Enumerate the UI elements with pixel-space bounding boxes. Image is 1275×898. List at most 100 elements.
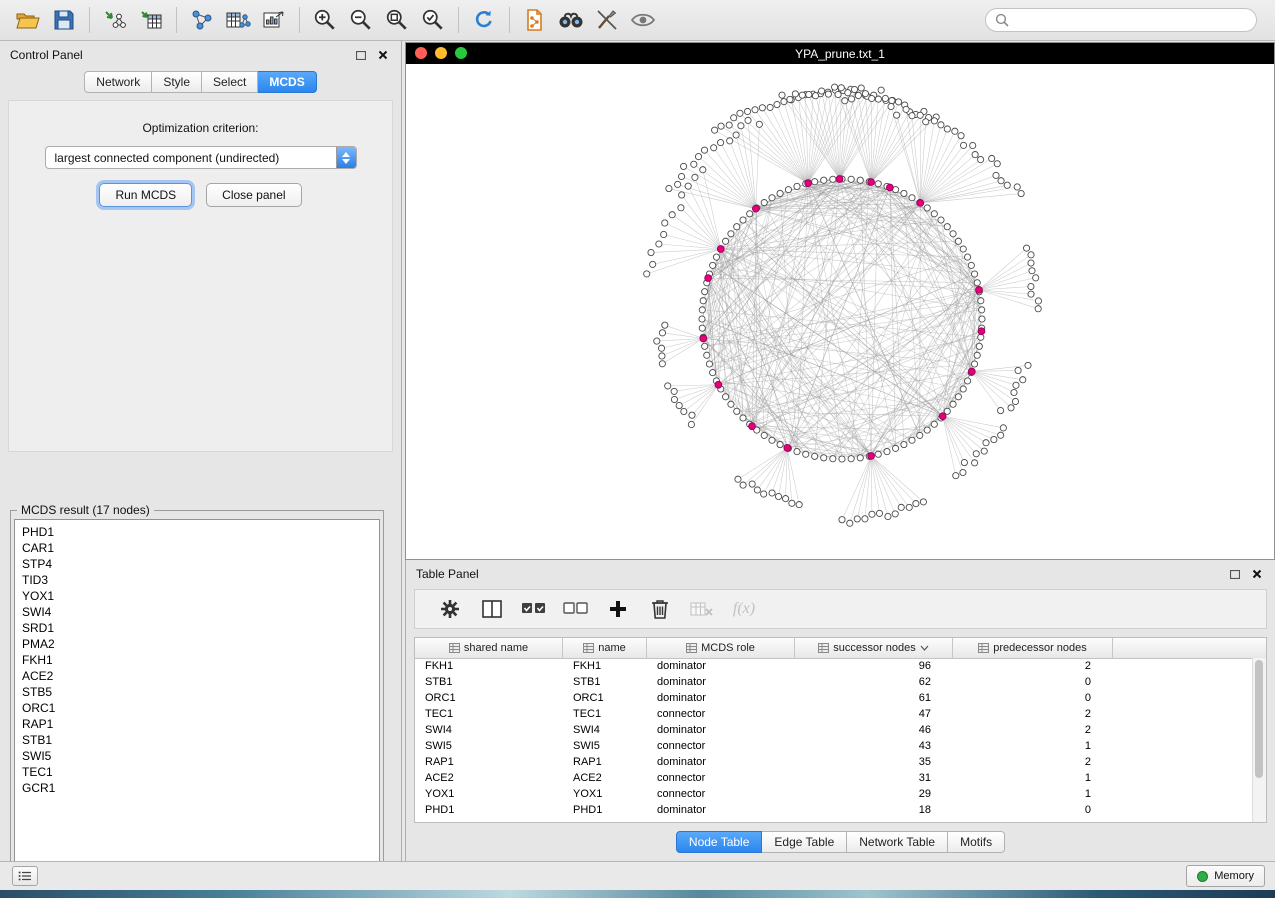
table-row[interactable]: TEC1TEC1connector472 [415,706,1253,722]
cell-predecessor-nodes: 0 [953,676,1113,688]
table-row[interactable]: PHD1PHD1dominator180 [415,802,1253,818]
tab-mcds[interactable]: MCDS [258,71,316,93]
tab-select[interactable]: Select [202,71,258,93]
column-header-predecessor-nodes[interactable]: predecessor nodes [953,638,1113,658]
result-node[interactable]: FKH1 [22,652,379,668]
new-network-icon[interactable] [184,4,220,36]
cell-successor-nodes: 31 [795,772,953,784]
close-panel-icon[interactable] [375,48,391,62]
result-node[interactable]: PMA2 [22,636,379,652]
close-table-panel-icon[interactable] [1249,567,1265,581]
eye-icon[interactable] [625,4,661,36]
cell-predecessor-nodes: 0 [953,692,1113,704]
hide-details-icon[interactable] [589,4,625,36]
scrollbar-thumb[interactable] [1255,660,1263,778]
result-node[interactable]: SWI5 [22,748,379,764]
window-controls [415,47,467,59]
result-node[interactable]: STP4 [22,556,379,572]
zoom-in-icon[interactable] [307,4,343,36]
table-row[interactable]: RAP1RAP1dominator352 [415,754,1253,770]
float-panel-icon[interactable] [353,48,369,62]
column-header-shared-name[interactable]: shared name [415,638,563,658]
search-icon [995,13,1009,27]
cell-name: YOX1 [563,788,647,800]
cell-MCDS-role: dominator [647,724,795,736]
search-box[interactable] [985,8,1257,32]
settings-gear-icon[interactable] [431,593,469,625]
cell-successor-nodes: 18 [795,804,953,816]
column-layout-icon[interactable] [473,593,511,625]
tab-edge-table[interactable]: Edge Table [762,831,847,853]
column-header-name[interactable]: name [563,638,647,658]
table-row[interactable]: SWI4SWI4dominator462 [415,722,1253,738]
memory-button[interactable]: Memory [1186,865,1265,887]
network-window-title: YPA_prune.txt_1 [795,47,885,61]
search-input[interactable] [1015,12,1247,28]
refresh-layout-icon[interactable] [466,4,502,36]
result-node[interactable]: TEC1 [22,764,379,780]
network-graph[interactable] [406,64,1274,559]
import-table-icon[interactable] [133,4,169,36]
mcds-result-list[interactable]: PHD1CAR1STP4TID3YOX1SWI4SRD1PMA2FKH1ACE2… [14,519,380,863]
add-column-icon[interactable] [599,593,637,625]
result-node[interactable]: GCR1 [22,780,379,796]
table-row[interactable]: FKH1FKH1dominator962 [415,658,1253,674]
table-panel: Table Panel f(x) shared namenameMCDS rol… [405,560,1275,862]
float-table-panel-icon[interactable] [1227,567,1243,581]
close-panel-button[interactable]: Close panel [206,183,301,207]
result-node[interactable]: STB1 [22,732,379,748]
cell-MCDS-role: connector [647,740,795,752]
table-row[interactable]: YOX1YOX1connector291 [415,786,1253,802]
column-header-MCDS-role[interactable]: MCDS role [647,638,795,658]
select-all-icon[interactable] [515,593,553,625]
zoom-selected-icon[interactable] [415,4,451,36]
open-file-icon[interactable] [10,4,46,36]
result-node[interactable]: YOX1 [22,588,379,604]
tab-network[interactable]: Network [84,71,152,93]
result-node[interactable]: SWI4 [22,604,379,620]
result-node[interactable]: STB5 [22,684,379,700]
table-row[interactable]: ORC1ORC1dominator610 [415,690,1253,706]
result-node[interactable]: TID3 [22,572,379,588]
export-chart-icon[interactable] [256,4,292,36]
save-icon[interactable] [46,4,82,36]
deselect-all-icon[interactable] [557,593,595,625]
table-row[interactable]: STB1STB1dominator620 [415,674,1253,690]
delete-column-icon[interactable] [641,593,679,625]
cell-MCDS-role: dominator [647,660,795,672]
maximize-window-icon[interactable] [455,47,467,59]
close-window-icon[interactable] [415,47,427,59]
result-node[interactable]: ACE2 [22,668,379,684]
column-header-successor-nodes[interactable]: successor nodes [795,638,953,658]
tab-motifs[interactable]: Motifs [948,831,1005,853]
application-window: { "toolbar": { "groups": [ {"icons": ["o… [0,0,1275,898]
share-document-icon[interactable] [517,4,553,36]
network-canvas[interactable] [406,64,1274,559]
zoom-out-icon[interactable] [343,4,379,36]
optimization-criterion-dropdown[interactable]: largest connected component (undirected) [45,146,357,169]
result-node[interactable]: CAR1 [22,540,379,556]
table-row[interactable]: SWI5SWI5connector431 [415,738,1253,754]
result-node[interactable]: SRD1 [22,620,379,636]
network-window-titlebar[interactable]: YPA_prune.txt_1 [406,43,1274,64]
cell-shared-name: ORC1 [415,692,563,704]
tab-node-table[interactable]: Node Table [676,831,763,853]
tab-network-table[interactable]: Network Table [847,831,948,853]
tab-style[interactable]: Style [152,71,202,93]
result-node[interactable]: PHD1 [22,524,379,540]
run-mcds-button[interactable]: Run MCDS [99,183,192,207]
first-neighbors-icon[interactable] [553,4,589,36]
cell-successor-nodes: 62 [795,676,953,688]
mcds-result-title: MCDS result (17 nodes) [17,503,154,517]
task-history-icon[interactable] [12,866,38,886]
minimize-window-icon[interactable] [435,47,447,59]
cell-shared-name: PHD1 [415,804,563,816]
import-network-icon[interactable] [97,4,133,36]
result-node[interactable]: ORC1 [22,700,379,716]
network-table-icon[interactable] [220,4,256,36]
main-toolbar [0,0,1275,41]
table-row[interactable]: ACE2ACE2connector311 [415,770,1253,786]
zoom-fit-icon[interactable] [379,4,415,36]
result-node[interactable]: RAP1 [22,716,379,732]
table-scrollbar[interactable] [1252,658,1266,822]
